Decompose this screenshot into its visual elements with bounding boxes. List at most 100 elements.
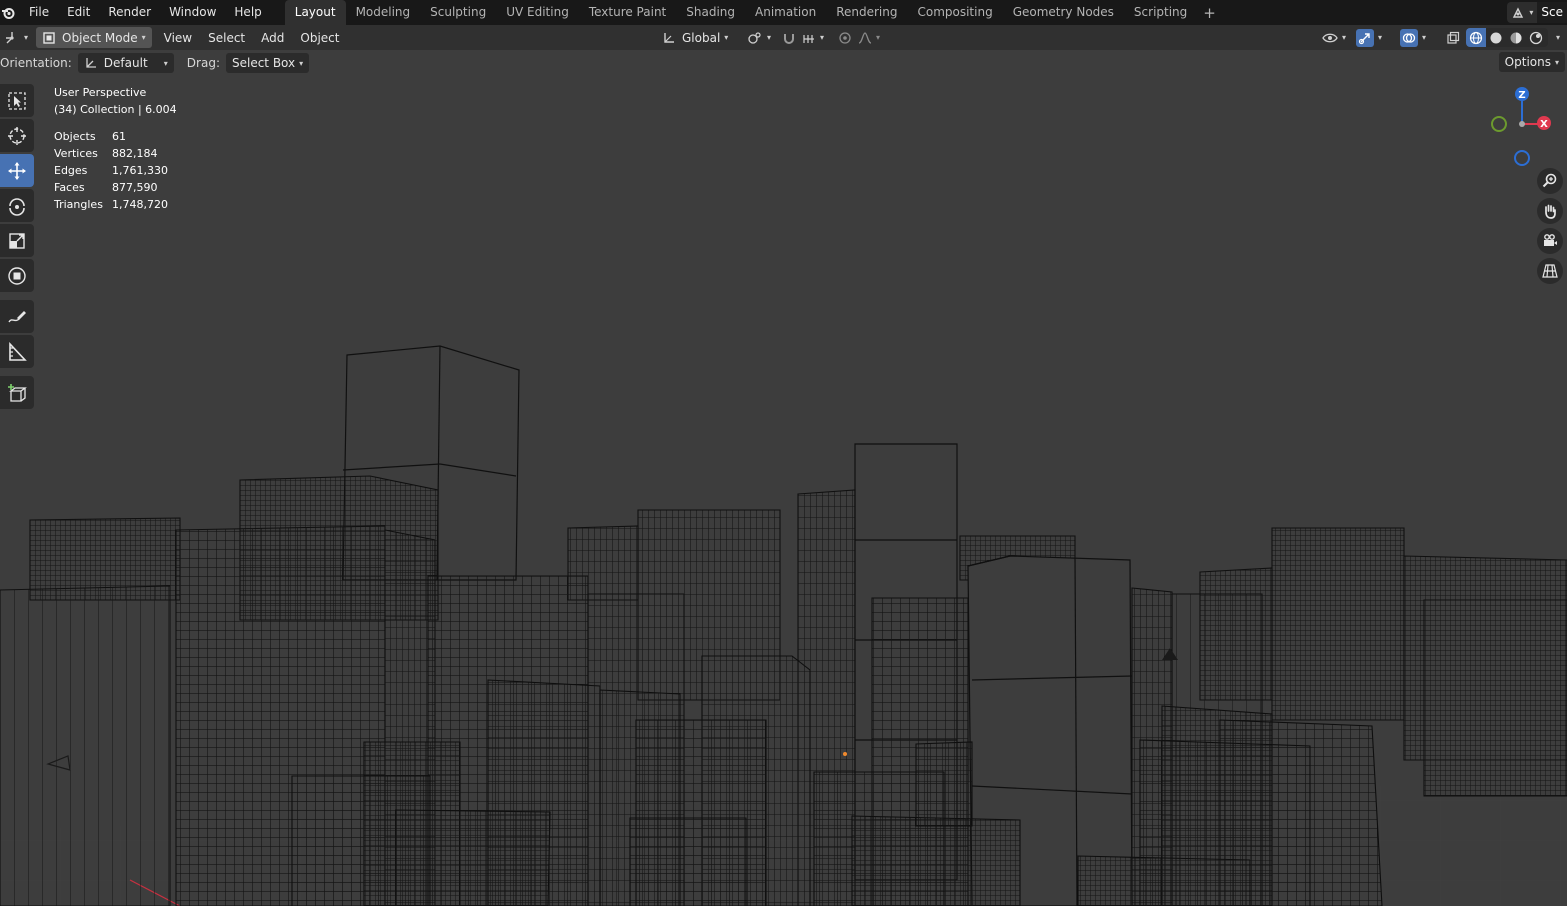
- menu-help[interactable]: Help: [225, 0, 270, 25]
- options-dropdown[interactable]: Options ▾: [1498, 52, 1565, 72]
- stat-label: Edges: [54, 164, 88, 177]
- selectability-visibility-dropdown[interactable]: ▾: [1316, 27, 1352, 48]
- shading-options-chevron-icon[interactable]: ▾: [1556, 33, 1560, 42]
- ruler-measure-icon: [9, 341, 27, 361]
- camera-view-button[interactable]: [1537, 228, 1563, 254]
- stat-value: 61: [112, 130, 126, 143]
- perspective-toggle-button[interactable]: [1537, 258, 1563, 284]
- pencil-annotate-icon: [8, 310, 26, 322]
- wireframe-sphere-icon: [1469, 31, 1483, 44]
- menu-view[interactable]: View: [158, 27, 198, 48]
- add-cube-tool[interactable]: [0, 376, 34, 409]
- axis-neg-y-icon[interactable]: [1491, 116, 1507, 132]
- proportional-falloff-dropdown[interactable]: ▾: [852, 27, 886, 48]
- workspace-tabs: Layout Modeling Sculpting UV Editing Tex…: [284, 0, 1222, 25]
- tool-shelf: [0, 84, 36, 411]
- 3d-viewport[interactable]: Z X: [0, 76, 1567, 906]
- orientation-axis-icon: [664, 32, 674, 43]
- blender-logo-icon[interactable]: [1, 6, 15, 20]
- axis-x-label: X: [1540, 119, 1548, 130]
- chevron-down-icon: ▾: [141, 33, 146, 42]
- move-tool[interactable]: [0, 154, 34, 187]
- orientation-value: Default: [103, 56, 148, 70]
- cursor-tool[interactable]: [0, 119, 34, 152]
- transform-icon: [8, 266, 26, 285]
- pivot-icon: [748, 31, 761, 44]
- navigation-gizmo[interactable]: Z X: [1486, 82, 1556, 166]
- collection-info: (34) Collection | 6.004: [54, 103, 177, 116]
- select-box-icon: [8, 91, 26, 110]
- grid-perspective-icon: [1542, 264, 1558, 278]
- scale-tool[interactable]: [0, 224, 34, 257]
- scale-icon: [9, 232, 25, 249]
- material-sphere-icon: [1510, 32, 1522, 43]
- menu-edit[interactable]: Edit: [58, 0, 99, 25]
- axis-neg-z-icon[interactable]: [1514, 150, 1530, 166]
- overlays-toggle-bg: [1400, 28, 1418, 47]
- tab-shading[interactable]: Shading: [676, 0, 745, 25]
- wireframe-shading-button[interactable]: [1466, 28, 1486, 47]
- chevron-down-icon: ▾: [163, 58, 168, 68]
- menu-window[interactable]: Window: [160, 0, 225, 25]
- tab-layout[interactable]: Layout: [284, 0, 346, 25]
- snap-target-dropdown[interactable]: ▾: [796, 27, 830, 48]
- solid-sphere-icon: [1490, 32, 1502, 43]
- tool-settings-bar: Orientation: Default ▾ Drag: Select Box …: [0, 50, 1567, 76]
- tab-modeling[interactable]: Modeling: [346, 0, 421, 25]
- shading-mode-group: [1466, 28, 1548, 47]
- scene-browse-button[interactable]: ▾: [1507, 2, 1538, 23]
- tab-compositing[interactable]: Compositing: [907, 0, 1002, 25]
- options-label: Options: [1504, 55, 1551, 69]
- rendered-shading-button[interactable]: [1526, 31, 1546, 45]
- transform-tool[interactable]: [0, 259, 34, 292]
- menu-select[interactable]: Select: [202, 27, 251, 48]
- chevron-down-icon: ▾: [1378, 33, 1383, 42]
- scene-icon: [1513, 6, 1524, 18]
- chevron-down-icon: ▾: [1422, 33, 1427, 42]
- chevron-down-icon: ▾: [299, 58, 304, 68]
- chevron-down-icon: ▾: [820, 33, 825, 42]
- view-name: User Perspective: [54, 86, 147, 99]
- measure-tool[interactable]: [0, 335, 34, 368]
- tab-scripting[interactable]: Scripting: [1124, 0, 1197, 25]
- falloff-curve-icon: [858, 31, 872, 44]
- chevron-down-icon: ▾: [724, 33, 729, 42]
- rotate-tool[interactable]: [0, 189, 34, 222]
- mode-label: Object Mode: [62, 30, 138, 45]
- xray-toggle[interactable]: [1440, 27, 1466, 48]
- tab-rendering[interactable]: Rendering: [826, 0, 907, 25]
- transform-orientation-dropdown[interactable]: Global ▾: [656, 27, 734, 48]
- tab-uv-editing[interactable]: UV Editing: [496, 0, 579, 25]
- stat-value: 882,184: [112, 147, 158, 160]
- material-shading-button[interactable]: [1506, 31, 1526, 45]
- zoom-button[interactable]: [1537, 168, 1563, 194]
- move-arrows-icon: [8, 161, 26, 180]
- chevron-down-icon: ▾: [876, 33, 881, 42]
- chevron-down-icon: ▾: [1342, 33, 1347, 42]
- select-box-tool[interactable]: [0, 84, 34, 117]
- tab-geometry-nodes[interactable]: Geometry Nodes: [1003, 0, 1124, 25]
- mode-dropdown[interactable]: Object Mode ▾: [36, 27, 152, 48]
- gizmo-toggle[interactable]: ▾: [1350, 27, 1388, 48]
- add-cube-icon: [8, 383, 27, 402]
- add-workspace-button[interactable]: +: [1197, 4, 1222, 22]
- menu-file[interactable]: File: [20, 0, 58, 25]
- scene-name-field[interactable]: Sce: [1537, 2, 1567, 23]
- pan-button[interactable]: [1537, 198, 1563, 224]
- pivot-point-dropdown[interactable]: ▾: [741, 27, 777, 48]
- solid-shading-button[interactable]: [1486, 31, 1506, 45]
- menu-add[interactable]: Add: [255, 27, 290, 48]
- menu-render[interactable]: Render: [99, 0, 160, 25]
- gizmo-toggle-bg: [1356, 28, 1374, 47]
- overlays-toggle[interactable]: ▾: [1394, 27, 1432, 48]
- hand-icon: [1545, 204, 1556, 219]
- tab-sculpting[interactable]: Sculpting: [420, 0, 496, 25]
- tab-texture-paint[interactable]: Texture Paint: [579, 0, 676, 25]
- editor-type-button[interactable]: ▾: [0, 27, 32, 48]
- menu-object[interactable]: Object: [294, 27, 345, 48]
- stat-row: Vertices 882,184: [54, 145, 177, 162]
- drag-dropdown[interactable]: Select Box ▾: [225, 53, 310, 73]
- annotate-tool[interactable]: [0, 300, 34, 333]
- orientation-dropdown[interactable]: Default ▾: [77, 53, 174, 73]
- tab-animation[interactable]: Animation: [745, 0, 826, 25]
